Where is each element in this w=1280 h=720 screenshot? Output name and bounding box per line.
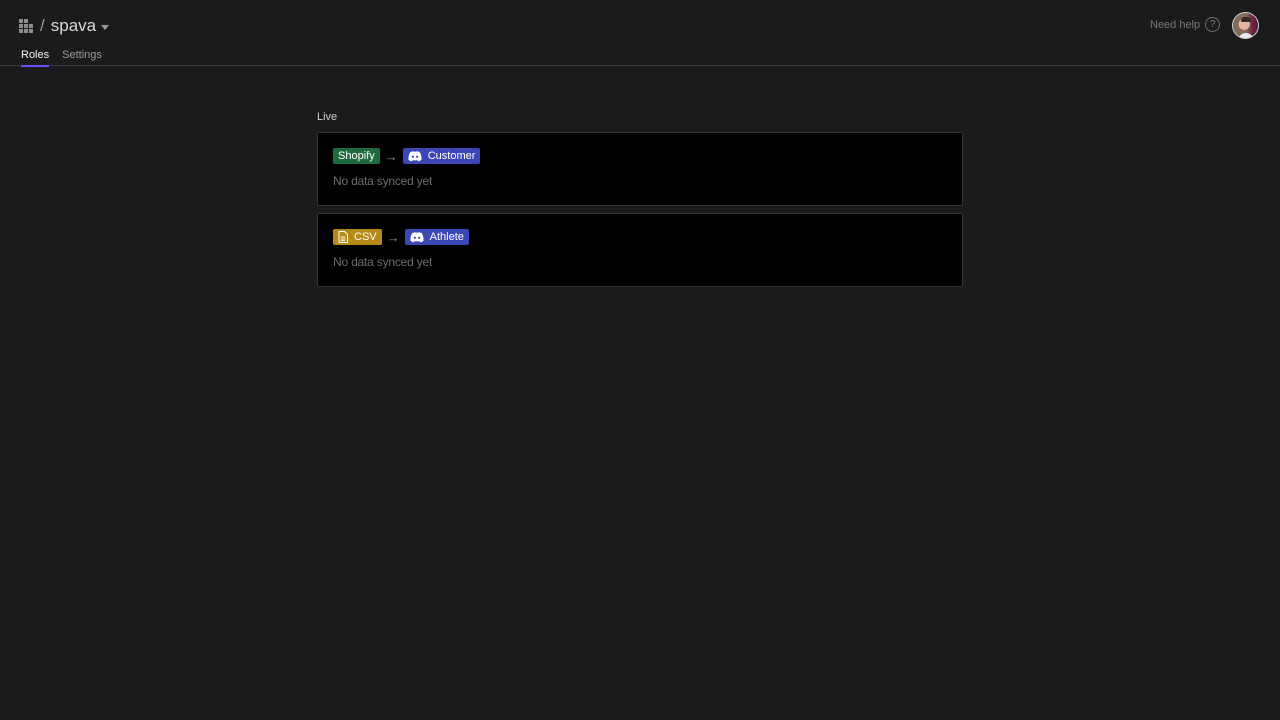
target-badge-discord: Athlete: [404, 229, 469, 245]
tab-roles[interactable]: Roles: [21, 49, 50, 67]
breadcrumb-separator: /: [40, 16, 45, 35]
sync-status: No data synced yet: [333, 255, 433, 269]
target-label: Customer: [427, 150, 476, 162]
top-bar: / spava Roles Settings Need help ?: [0, 0, 1280, 67]
target-label: Athlete: [429, 231, 464, 243]
source-badge-shopify: Shopify: [333, 148, 380, 164]
avatar-hair: [1241, 17, 1251, 22]
help-circle-icon: ?: [1205, 17, 1221, 32]
target-badge-discord: Customer: [402, 148, 481, 164]
sync-status: No data synced yet: [333, 174, 433, 188]
breadcrumb: / spava: [19, 14, 110, 38]
sync-mapping: CSV → Athlete: [333, 229, 469, 245]
section-label-live: Live: [317, 111, 338, 123]
discord-icon: [410, 231, 424, 243]
project-name[interactable]: spava: [51, 16, 96, 36]
source-label: CSV: [354, 231, 377, 243]
sync-mapping: Shopify → Customer: [333, 148, 481, 164]
tab-settings[interactable]: Settings: [62, 49, 102, 67]
help-label: Need help: [1150, 18, 1201, 31]
tab-bar: Roles Settings: [21, 49, 102, 67]
apps-grid-icon[interactable]: [19, 19, 33, 33]
help-link[interactable]: Need help ?: [1150, 17, 1221, 32]
user-avatar[interactable]: [1232, 12, 1259, 39]
discord-icon: [408, 150, 422, 162]
arrow-right-icon: →: [386, 229, 400, 245]
arrow-right-icon: →: [384, 148, 398, 164]
sync-card[interactable]: CSV → Athlete No data synced yet: [317, 213, 963, 287]
source-label: Shopify: [338, 150, 375, 162]
file-icon: [338, 231, 348, 243]
avatar-shirt: [1238, 33, 1254, 38]
chevron-down-icon[interactable]: [101, 24, 110, 30]
source-badge-csv: CSV: [333, 229, 382, 245]
sync-card[interactable]: Shopify → Customer No data synced yet: [317, 132, 963, 206]
